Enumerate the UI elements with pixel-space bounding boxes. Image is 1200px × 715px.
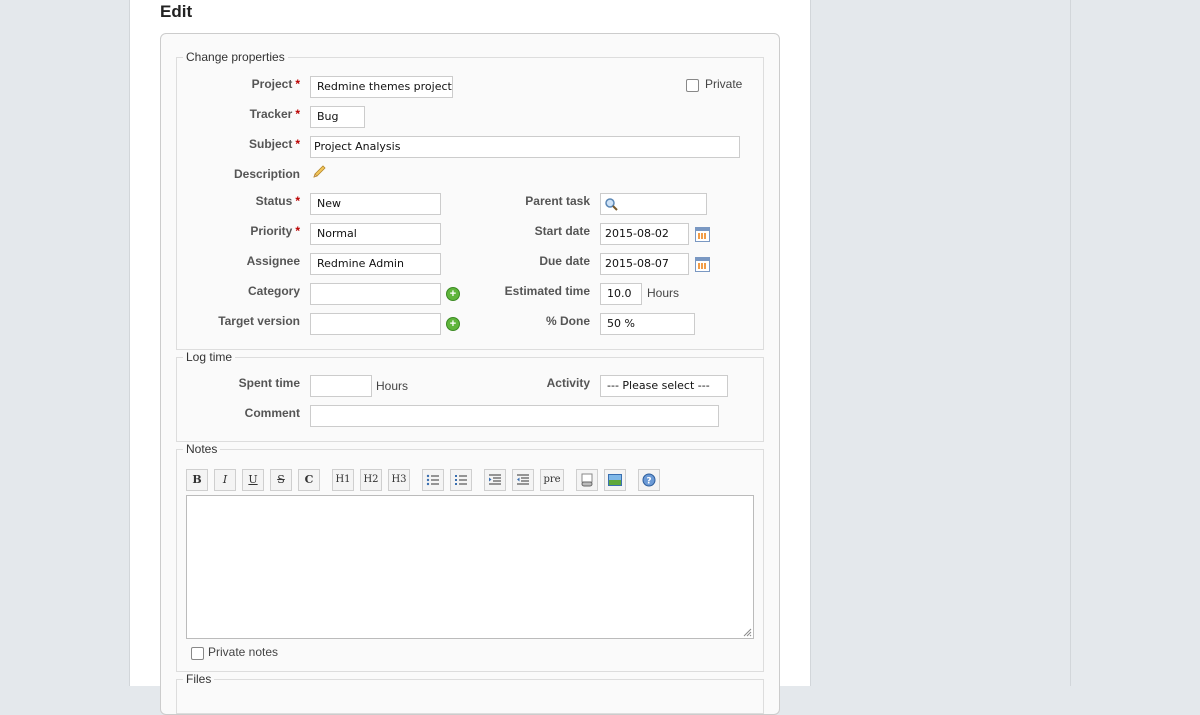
- code-button[interactable]: C: [298, 469, 320, 491]
- search-icon: [605, 198, 618, 211]
- priority-select[interactable]: Normal: [310, 223, 441, 245]
- private-notes-checkbox[interactable]: [191, 647, 204, 660]
- spent-time-input[interactable]: [310, 375, 372, 397]
- start-date-calendar-icon[interactable]: [695, 227, 710, 242]
- ordered-list-icon: [455, 475, 467, 485]
- private-label: Private: [705, 77, 743, 91]
- unordered-list-button[interactable]: [422, 469, 444, 491]
- notes-legend: Notes: [186, 442, 218, 456]
- sidebar: [810, 0, 1071, 686]
- start-date-label: Start date: [534, 224, 590, 238]
- strikethrough-button[interactable]: S: [270, 469, 292, 491]
- spent-time-label: Spent time: [238, 376, 300, 390]
- due-date-label: Due date: [539, 254, 590, 268]
- required-marker: *: [295, 194, 300, 208]
- add-category-icon[interactable]: +: [446, 287, 460, 301]
- svg-text:?: ?: [646, 477, 651, 487]
- indent-button[interactable]: [484, 469, 506, 491]
- assignee-label: Assignee: [246, 254, 300, 268]
- category-select[interactable]: [310, 283, 441, 305]
- heading3-button[interactable]: H3: [388, 469, 410, 491]
- change-properties-legend: Change properties: [186, 50, 285, 64]
- assignee-select[interactable]: Redmine Admin: [310, 253, 441, 275]
- right-background: [1071, 0, 1200, 686]
- estimated-time-unit: Hours: [647, 286, 680, 300]
- private-checkbox[interactable]: [686, 79, 699, 92]
- tracker-select[interactable]: Bug: [310, 106, 365, 128]
- indent-icon: [489, 474, 501, 485]
- status-select[interactable]: New: [310, 193, 441, 215]
- pencil-icon[interactable]: [312, 165, 328, 179]
- link-icon: [581, 473, 593, 487]
- target-version-label: Target version: [218, 314, 300, 328]
- comment-input[interactable]: [310, 405, 719, 427]
- files-fieldset: Files: [176, 672, 764, 714]
- estimated-time-label: Estimated time: [504, 284, 590, 298]
- status-label: Status *: [255, 194, 300, 208]
- help-button[interactable]: ?: [638, 469, 660, 491]
- done-ratio-label: % Done: [545, 314, 590, 328]
- private-notes-label: Private notes: [208, 645, 279, 659]
- link-button[interactable]: [576, 469, 598, 491]
- underline-button[interactable]: U: [242, 469, 264, 491]
- unordered-list-icon: [426, 474, 439, 486]
- required-marker: *: [295, 224, 300, 238]
- subject-label: Subject *: [248, 137, 300, 151]
- project-label: Project *: [251, 77, 300, 91]
- due-date-calendar-icon[interactable]: [695, 257, 710, 272]
- start-date-input[interactable]: 2015-08-02: [600, 223, 689, 245]
- image-button[interactable]: [604, 469, 626, 491]
- done-ratio-select[interactable]: 50 %: [600, 313, 695, 335]
- project-select[interactable]: Redmine themes project: [310, 76, 453, 98]
- subject-input[interactable]: Project Analysis: [310, 136, 740, 158]
- add-version-icon[interactable]: +: [446, 317, 460, 331]
- outdent-icon: [517, 474, 529, 485]
- outdent-button[interactable]: [512, 469, 534, 491]
- tracker-label: Tracker *: [249, 107, 300, 121]
- resize-handle-icon[interactable]: [742, 627, 752, 637]
- estimated-time-input[interactable]: 10.0: [600, 283, 642, 305]
- bold-button[interactable]: B: [186, 469, 208, 491]
- required-marker: *: [295, 137, 300, 151]
- help-icon: ?: [642, 473, 656, 487]
- target-version-select[interactable]: [310, 313, 441, 335]
- main-content: Edit Change properties Project * Redmine …: [129, 0, 811, 715]
- heading2-button[interactable]: H2: [360, 469, 382, 491]
- ordered-list-button[interactable]: [450, 469, 472, 491]
- preformatted-button[interactable]: pre: [540, 469, 564, 491]
- category-label: Category: [247, 284, 300, 298]
- page-title: Edit: [160, 2, 193, 21]
- left-background: [0, 0, 129, 686]
- due-date-input[interactable]: 2015-08-07: [600, 253, 689, 275]
- image-icon: [608, 474, 622, 486]
- files-legend: Files: [186, 672, 212, 686]
- required-marker: *: [295, 77, 300, 91]
- italic-button[interactable]: I: [214, 469, 236, 491]
- activity-select[interactable]: --- Please select ---: [600, 375, 728, 397]
- priority-label: Priority *: [250, 224, 300, 238]
- heading1-button[interactable]: H1: [332, 469, 354, 491]
- parent-task-label: Parent task: [525, 194, 590, 208]
- description-label: Description: [233, 167, 300, 181]
- log-time-legend: Log time: [186, 350, 233, 364]
- comment-label: Comment: [244, 406, 300, 420]
- notes-textarea[interactable]: [186, 495, 754, 639]
- spent-time-unit: Hours: [376, 379, 409, 393]
- activity-label: Activity: [546, 376, 590, 390]
- required-marker: *: [295, 107, 300, 121]
